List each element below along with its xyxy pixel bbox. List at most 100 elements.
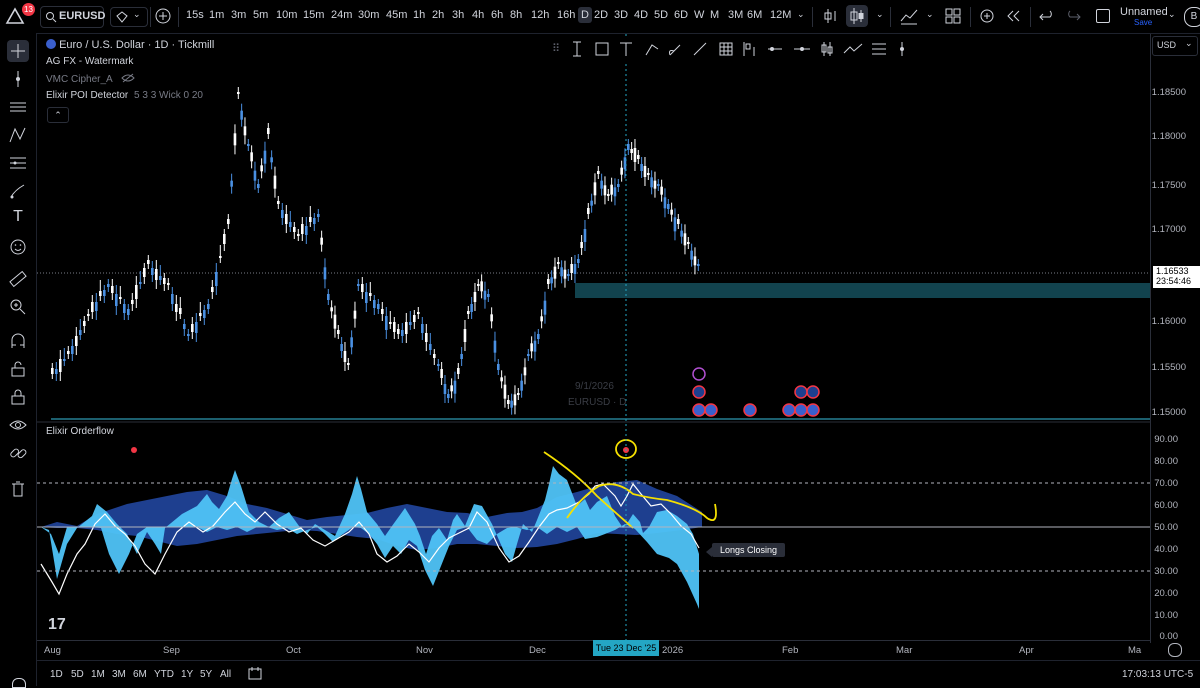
indicators-icon[interactable] [898, 5, 920, 27]
interval-M[interactable]: M [710, 9, 719, 21]
interval-1m[interactable]: 1m [209, 9, 224, 21]
path-icon[interactable] [843, 43, 863, 54]
range-5d[interactable]: 5D [71, 669, 84, 680]
candles-tool-icon[interactable] [821, 42, 833, 56]
fib-icon[interactable] [7, 152, 29, 174]
interval-24m[interactable]: 24m [331, 9, 352, 21]
interval-6D[interactable]: 6D [674, 9, 688, 21]
drag-handle-icon[interactable]: ⠿ [552, 42, 560, 55]
horizontal-lines-icon[interactable] [7, 96, 29, 118]
interval-2h[interactable]: 2h [432, 9, 444, 21]
interval-4h[interactable]: 4h [472, 9, 484, 21]
interval-10m[interactable]: 10m [276, 9, 297, 21]
link-icon[interactable] [7, 442, 29, 464]
interval-15m[interactable]: 15m [303, 9, 324, 21]
layout-checkbox[interactable] [1096, 9, 1110, 23]
compare-button[interactable]: ⌄ [110, 7, 148, 27]
legend-vmc[interactable]: VMC Cipher_A [46, 73, 135, 85]
currency-selector[interactable]: USD ⌄ [1152, 36, 1198, 56]
lines-icon[interactable] [872, 43, 886, 55]
chevron-down-icon[interactable]: ⌄ [926, 9, 934, 20]
zoom-icon[interactable] [7, 296, 29, 318]
magnet-icon[interactable] [7, 330, 29, 352]
trash-icon[interactable] [7, 478, 29, 500]
eye-hidden-icon[interactable] [121, 73, 135, 83]
notification-badge[interactable]: 13 [22, 3, 35, 16]
interval-3h[interactable]: 3h [452, 9, 464, 21]
interval-5D[interactable]: 5D [654, 9, 668, 21]
chevron-down-icon[interactable]: ⌄ [1168, 9, 1176, 20]
economic-events[interactable] [692, 367, 820, 417]
interval-4D[interactable]: 4D [634, 9, 648, 21]
candle-style-icon[interactable] [846, 5, 868, 27]
chart-canvas[interactable] [37, 34, 1150, 643]
vertical-line-icon[interactable] [900, 42, 904, 56]
redo-icon[interactable] [1062, 5, 1084, 27]
layout-icon[interactable] [942, 5, 964, 27]
interval-8h[interactable]: 8h [510, 9, 522, 21]
date-range-icon[interactable] [248, 666, 262, 680]
clock[interactable]: 17:03:13 UTC-5 [1122, 669, 1193, 680]
range-1y[interactable]: 1Y [181, 669, 193, 680]
rectangle-icon[interactable] [595, 42, 609, 56]
chart-title[interactable]: Euro / U.S. Dollar · 1D · Tickmill [46, 39, 214, 51]
brush-icon[interactable] [7, 180, 29, 202]
interval-W[interactable]: W [694, 9, 704, 21]
profile-icon[interactable]: B [1184, 7, 1200, 27]
layout-name[interactable]: Unnamed [1120, 6, 1168, 18]
emoji-icon[interactable] [7, 236, 29, 258]
interval-12h[interactable]: 12h [531, 9, 549, 21]
text-tool-icon[interactable] [620, 42, 632, 56]
range-5y[interactable]: 5Y [200, 669, 212, 680]
osc-title[interactable]: Elixir Orderflow [46, 426, 114, 437]
interval-6h[interactable]: 6h [491, 9, 503, 21]
legend-watermark[interactable]: AG FX - Watermark [46, 56, 133, 67]
range-3m[interactable]: 3M [112, 669, 126, 680]
range-1m[interactable]: 1M [91, 669, 105, 680]
interval-16h[interactable]: 16h [557, 9, 575, 21]
range-ytd[interactable]: YTD [154, 669, 174, 680]
interval-45m[interactable]: 45m [386, 9, 407, 21]
interval-3M[interactable]: 3M [728, 9, 743, 21]
interval-30m[interactable]: 30m [358, 9, 379, 21]
interval-1h[interactable]: 1h [413, 9, 425, 21]
bar-style-icon[interactable] [820, 5, 842, 27]
interval-6M[interactable]: 6M [747, 9, 762, 21]
crosshair-icon[interactable] [7, 40, 29, 62]
interval-5m[interactable]: 5m [253, 9, 268, 21]
pattern-icon[interactable] [7, 124, 29, 146]
eye-icon[interactable] [7, 414, 29, 436]
flag-icon[interactable] [743, 42, 755, 56]
brush-icon[interactable] [669, 44, 681, 56]
lock-drawings-icon[interactable] [7, 358, 29, 380]
ruler-icon[interactable] [7, 268, 29, 290]
interval-2D[interactable]: 2D [594, 9, 608, 21]
collapse-icon[interactable] [12, 678, 26, 688]
pencil-icon[interactable] [645, 44, 659, 56]
interval-chevron-icon[interactable]: ⌄ [797, 9, 805, 20]
trendline-icon[interactable] [7, 68, 29, 90]
undo-icon[interactable] [1036, 5, 1058, 27]
replay-icon[interactable] [1002, 5, 1024, 27]
interval-15s[interactable]: 15s [186, 9, 204, 21]
interval-3D[interactable]: 3D [614, 9, 628, 21]
save-label[interactable]: Save [1134, 18, 1152, 27]
text-icon[interactable]: T [7, 208, 29, 230]
interval-D[interactable]: D [578, 7, 592, 23]
interval-3m[interactable]: 3m [231, 9, 246, 21]
lock-icon[interactable] [7, 386, 29, 408]
interval-12M[interactable]: 12M [770, 9, 791, 21]
symbol-search[interactable]: EURUSD [40, 6, 105, 28]
text-cursor-icon[interactable] [573, 41, 581, 57]
range-6m[interactable]: 6M [133, 669, 147, 680]
alert-icon[interactable] [976, 5, 998, 27]
legend-collapse-button[interactable]: ⌃ [47, 107, 69, 123]
horizontal-line-icon[interactable] [794, 47, 810, 51]
grid-icon[interactable] [719, 42, 733, 56]
add-icon[interactable] [152, 5, 174, 27]
legend-poi[interactable]: Elixir POI Detector 5 3 3 Wick 0 20 [46, 90, 203, 101]
range-1d[interactable]: 1D [50, 669, 63, 680]
chevron-down-icon[interactable]: ⌄ [876, 9, 884, 20]
horizontal-ray-icon[interactable] [768, 47, 782, 51]
settings-gear-icon[interactable] [1168, 643, 1182, 657]
